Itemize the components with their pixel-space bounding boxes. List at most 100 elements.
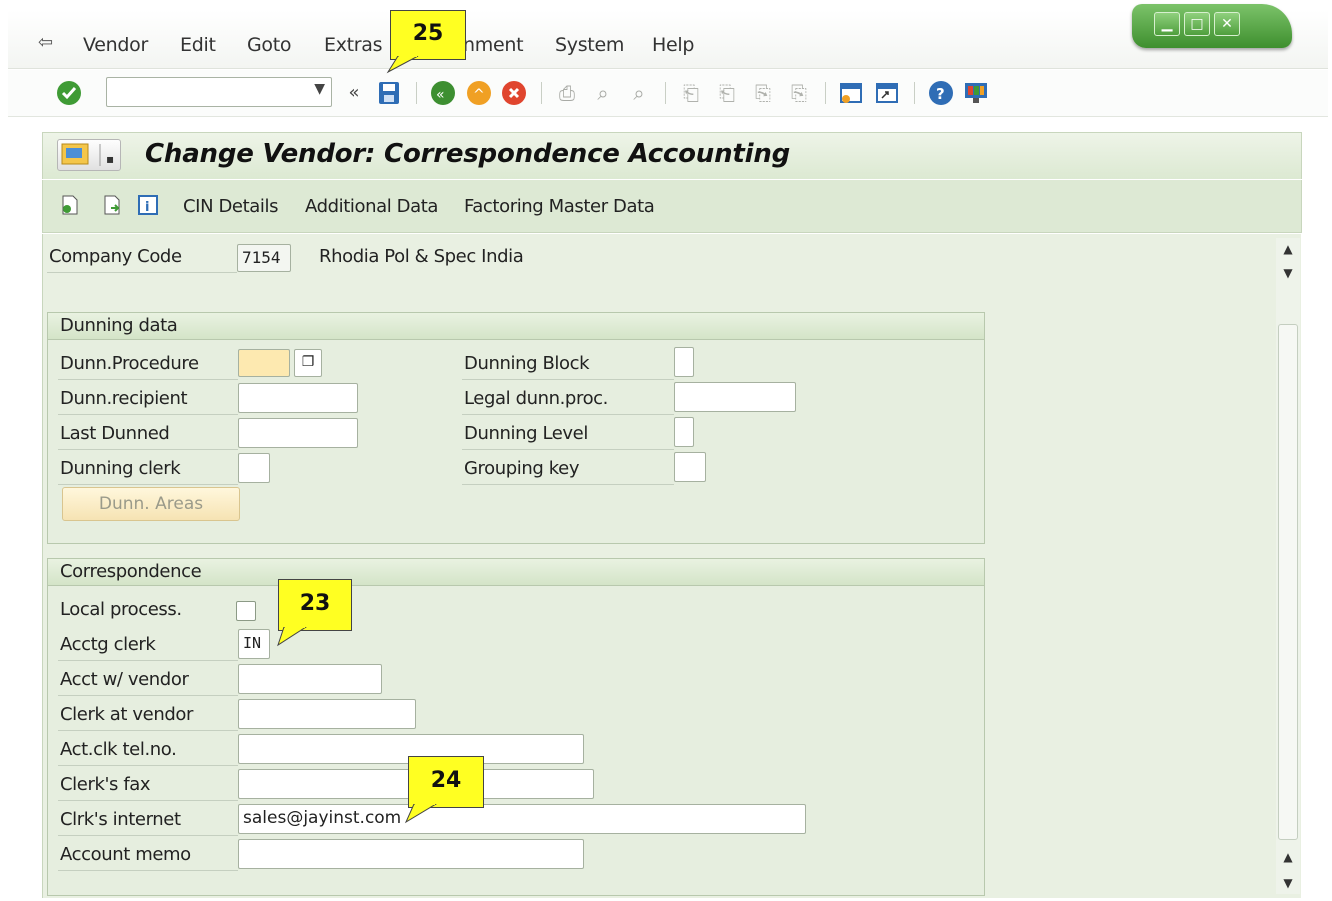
act-clk-tel-no-label: Act.clk tel.no. <box>60 739 177 760</box>
correspondence-title: Correspondence <box>60 561 202 582</box>
factoring-master-data-button[interactable]: Factoring Master Data <box>464 196 655 217</box>
application-toolbar: i CIN Details Additional Data Factoring … <box>42 180 1302 233</box>
dunn-areas-button[interactable]: Dunn. Areas <box>62 487 240 521</box>
toolbar-separator <box>914 82 915 104</box>
scroll-up-icon[interactable]: ▲ <box>1276 242 1300 256</box>
grouping-key-field[interactable] <box>674 452 706 482</box>
svg-text:?: ? <box>936 85 945 103</box>
acctg-clerk-field[interactable]: IN <box>238 629 270 659</box>
row-divider <box>462 449 674 450</box>
menu-edit[interactable]: Edit <box>180 34 216 56</box>
dunning-level-label: Dunning Level <box>464 423 588 444</box>
exit-icon[interactable]: ^ <box>466 80 492 106</box>
match-code-icon[interactable]: ❐ <box>294 349 322 377</box>
menu-help[interactable]: Help <box>652 34 694 56</box>
toolbar-separator <box>541 82 542 104</box>
additional-data-button[interactable]: Additional Data <box>305 196 438 217</box>
row-divider <box>58 800 238 801</box>
switch-display-icon[interactable] <box>101 194 123 216</box>
window-controls: ▁ □ ✕ <box>1132 4 1292 48</box>
dropdown-arrow-icon[interactable]: ▼ <box>314 81 325 97</box>
system-toolbar: ▼ « « ^ ⎙ ⌕ ⌕ ⎗ ⎗ ⎘ ⎘ ? <box>8 70 1328 117</box>
enter-icon[interactable] <box>56 80 82 106</box>
row-divider <box>58 730 238 731</box>
menu-environment[interactable]: nment <box>463 34 524 56</box>
menu-bar: ⇦ Vendor Edit Goto Extras nment System H… <box>8 10 1328 69</box>
scroll-down-icon[interactable]: ▼ <box>1276 876 1300 890</box>
row-divider <box>58 695 238 696</box>
help-icon[interactable]: ? <box>928 80 954 106</box>
clerk-at-vendor-label: Clerk at vendor <box>60 704 193 725</box>
clerks-internet-field[interactable]: sales@jayinst.com <box>238 804 806 834</box>
command-field[interactable]: ▼ <box>106 77 332 107</box>
legal-dunn-proc-label: Legal dunn.proc. <box>464 388 608 409</box>
dunning-block-field[interactable] <box>674 347 694 377</box>
cin-details-button[interactable]: CIN Details <box>183 196 278 217</box>
first-page-icon[interactable]: ⎗ <box>678 80 704 106</box>
dunning-data-title: Dunning data <box>60 315 178 336</box>
row-divider <box>58 835 238 836</box>
back-green-icon[interactable]: « <box>430 80 456 106</box>
maximize-icon[interactable]: □ <box>1184 12 1210 36</box>
scroll-up-icon[interactable]: ▲ <box>1276 850 1300 864</box>
clerk-at-vendor-field[interactable] <box>238 699 416 729</box>
info-icon[interactable]: i <box>137 194 159 216</box>
row-divider <box>462 414 674 415</box>
menu-system[interactable]: System <box>555 34 624 56</box>
menu-icon[interactable]: ⇦ <box>38 32 60 53</box>
dunn-recipient-field[interactable] <box>238 383 358 413</box>
close-icon[interactable]: ✕ <box>1214 12 1240 36</box>
back-icon[interactable]: « <box>341 80 367 106</box>
dunning-clerk-label: Dunning clerk <box>60 458 181 479</box>
next-page-icon[interactable]: ⎘ <box>750 80 776 106</box>
dunning-level-field[interactable] <box>674 417 694 447</box>
other-vendor-icon[interactable] <box>59 194 81 216</box>
menu-goto[interactable]: Goto <box>247 34 292 56</box>
screen-menu-icon[interactable]: ▪ <box>57 139 121 171</box>
dunning-data-header: Dunning data <box>48 313 984 340</box>
svg-text:▪: ▪ <box>106 152 114 166</box>
local-process-checkbox[interactable] <box>236 601 256 621</box>
account-memo-field[interactable] <box>238 839 584 869</box>
toolbar-separator <box>665 82 666 104</box>
dunning-data-group: Dunning data Dunn.Procedure ❐ Dunn.recip… <box>47 312 985 544</box>
toolbar-separator <box>416 82 417 104</box>
row-divider <box>58 449 238 450</box>
customize-layout-icon[interactable] <box>963 80 989 106</box>
create-session-icon[interactable] <box>838 80 864 106</box>
row-divider <box>462 379 674 380</box>
dunning-clerk-field[interactable] <box>238 453 270 483</box>
row-divider <box>58 765 238 766</box>
find-icon[interactable]: ⌕ <box>590 80 616 106</box>
callout-25-tail <box>386 56 419 74</box>
menu-extras[interactable]: Extras <box>324 34 383 56</box>
vertical-scrollbar[interactable]: ▲ ▼ ▲ ▼ <box>1276 238 1300 894</box>
dunn-recipient-label: Dunn.recipient <box>60 388 188 409</box>
last-dunned-field[interactable] <box>238 418 358 448</box>
print-icon[interactable]: ⎙ <box>554 80 580 106</box>
page-title: Change Vendor: Correspondence Accounting <box>145 139 791 169</box>
acct-with-vendor-label: Acct w/ vendor <box>60 669 189 690</box>
clerks-fax-label: Clerk's fax <box>60 774 151 795</box>
dunn-procedure-field[interactable] <box>238 349 290 377</box>
save-icon[interactable] <box>376 80 402 106</box>
scroll-down-icon[interactable]: ▼ <box>1276 266 1300 280</box>
scroll-thumb[interactable] <box>1278 324 1298 840</box>
shortcut-icon[interactable] <box>874 80 900 106</box>
title-bar: ▪ Change Vendor: Correspondence Accounti… <box>42 132 1302 179</box>
legal-dunn-proc-field[interactable] <box>674 382 796 412</box>
local-process-label: Local process. <box>60 599 182 620</box>
row-divider <box>58 379 238 380</box>
correspondence-header: Correspondence <box>48 559 984 586</box>
row-divider <box>58 660 238 661</box>
menu-vendor[interactable]: Vendor <box>83 34 148 56</box>
last-page-icon[interactable]: ⎘ <box>786 80 812 106</box>
acct-with-vendor-field[interactable] <box>238 664 382 694</box>
cancel-icon[interactable] <box>501 80 527 106</box>
row-divider <box>58 414 238 415</box>
previous-page-icon[interactable]: ⎗ <box>714 80 740 106</box>
minimize-icon[interactable]: ▁ <box>1154 12 1180 36</box>
company-code-field: 7154 <box>237 244 291 272</box>
find-next-icon[interactable]: ⌕ <box>626 80 652 106</box>
row-divider <box>58 870 238 871</box>
